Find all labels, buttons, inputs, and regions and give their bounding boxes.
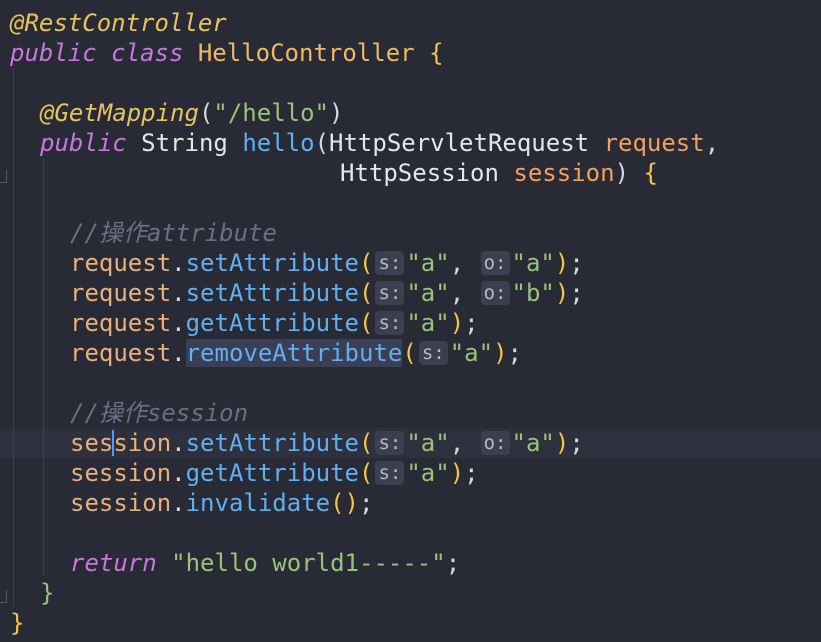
string-literal: "hello world1-----" (171, 549, 446, 577)
annotation: @RestController (10, 9, 227, 37)
method-name: hello (242, 129, 315, 157)
code-line[interactable]: return "hello world1-----"; (70, 548, 460, 578)
variable: session (70, 489, 172, 517)
code-line[interactable]: @GetMapping("/hello") (40, 98, 343, 128)
code-editor[interactable]: @RestController public class HelloContro… (0, 0, 821, 642)
code-line[interactable]: request.setAttribute(s: "a", o: "a"); (70, 248, 584, 278)
string-literal: "b" (511, 279, 555, 307)
comment: //操作session (70, 399, 249, 427)
indent-guide (43, 158, 44, 576)
code-line[interactable]: session.getAttribute(s: "a"); (70, 458, 479, 488)
parameter-hint: o: (480, 431, 510, 455)
method-call: setAttribute (185, 429, 359, 457)
code-line[interactable]: } (10, 608, 24, 638)
class-name: HelloController (197, 39, 415, 67)
fold-marker-icon[interactable] (0, 590, 7, 603)
parameter-hint: s: (375, 281, 405, 305)
code-line[interactable]: session.invalidate(); (70, 488, 373, 518)
code-line[interactable]: @RestController (10, 8, 227, 38)
keyword: return (70, 549, 157, 577)
code-line[interactable]: public String hello(HttpServletRequest r… (40, 128, 719, 158)
string-literal: "a" (406, 249, 450, 277)
brace: { (643, 159, 658, 187)
comment: //操作attribute (70, 219, 277, 247)
code-line[interactable]: session.setAttribute(s: "a", o: "a"); (70, 428, 584, 458)
variable: request (70, 309, 172, 337)
brace: { (429, 39, 444, 67)
parameter: session (513, 159, 615, 187)
variable: session (70, 459, 172, 487)
parameter-hint: s: (418, 341, 448, 365)
string-literal: "a" (511, 429, 555, 457)
variable: request (70, 339, 172, 367)
code-line[interactable]: } (40, 578, 54, 608)
annotation: @GetMapping (40, 99, 199, 127)
code-line[interactable]: //操作attribute (70, 218, 277, 248)
string-literal: "a" (449, 339, 494, 367)
fold-marker-icon[interactable] (0, 170, 7, 183)
string-literal: "a" (406, 459, 450, 487)
variable: session (70, 429, 172, 457)
method-call: setAttribute (185, 249, 359, 277)
parameter-hint: s: (375, 251, 405, 275)
method-call: getAttribute (185, 309, 359, 337)
indent-guide (13, 68, 14, 606)
string-literal: "a" (406, 429, 450, 457)
code-line[interactable]: request.setAttribute(s: "a", o: "b"); (70, 278, 584, 308)
type-name: HttpServletRequest (329, 129, 590, 157)
code-line[interactable]: public class HelloController { (10, 38, 444, 68)
keyword: public (10, 39, 97, 67)
code-line[interactable]: HttpSession session) { (340, 158, 658, 188)
parameter: request (603, 129, 705, 157)
keyword: public (40, 129, 127, 157)
method-call: setAttribute (185, 279, 359, 307)
string-literal: "/hello" (213, 99, 329, 127)
parameter-hint: s: (375, 461, 405, 485)
text-caret (112, 430, 115, 456)
keyword: class (111, 39, 184, 67)
method-call: getAttribute (185, 459, 359, 487)
string-literal: "a" (511, 249, 555, 277)
parameter-hint: o: (480, 251, 510, 275)
parameter-hint: s: (375, 431, 405, 455)
type-name: HttpSession (340, 159, 499, 187)
method-call: invalidate (185, 489, 331, 517)
type-name: String (141, 129, 228, 157)
parameter-hint: s: (375, 311, 405, 335)
code-line[interactable]: request.getAttribute(s: "a"); (70, 308, 479, 338)
code-line[interactable]: //操作session (70, 398, 248, 428)
method-call: removeAttribute (185, 339, 403, 367)
variable: request (70, 279, 172, 307)
string-literal: "a" (406, 309, 450, 337)
parameter-hint: o: (480, 281, 510, 305)
brace: } (40, 579, 55, 607)
string-literal: "a" (406, 279, 450, 307)
brace: } (10, 609, 25, 637)
code-line[interactable]: request.removeAttribute(s: "a"); (70, 338, 522, 368)
variable: request (70, 249, 172, 277)
